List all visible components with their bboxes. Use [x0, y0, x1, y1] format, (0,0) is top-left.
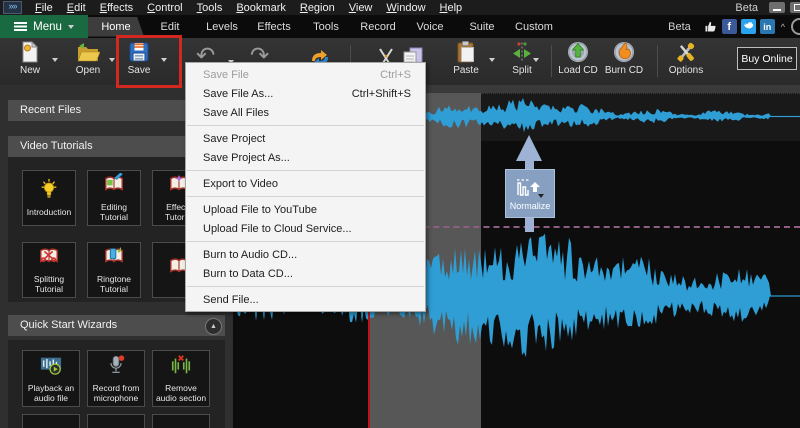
book-edit-icon	[103, 173, 125, 200]
ribbon-tab[interactable]: Effects	[248, 17, 300, 37]
menu-item[interactable]: Save Project As...	[186, 148, 425, 167]
wizard-tile[interactable]: Playback an audio file	[22, 350, 80, 407]
normalize-arrow-icon	[516, 135, 542, 161]
ribbon-tab[interactable]: Record	[352, 17, 404, 37]
menu-item[interactable]: Export to Video	[186, 174, 425, 193]
menubar-item[interactable]: Help	[440, 2, 463, 14]
menubar-right: Beta	[735, 2, 800, 14]
burn-cd-button[interactable]: Burn CD	[598, 40, 650, 83]
chevron-down-icon	[68, 25, 74, 29]
collapse-ribbon-icon[interactable]: ^	[781, 22, 785, 32]
normalize-glyph-icon	[515, 177, 545, 199]
waveform-play-icon	[40, 354, 62, 381]
menu-item[interactable]: Save File Ctrl+S	[186, 65, 425, 84]
tutorial-tile[interactable]: Ringtone Tutorial	[87, 242, 141, 298]
open-button[interactable]: Open	[62, 40, 114, 83]
wizard-tile[interactable]: Record from microphone	[87, 350, 145, 407]
menu-item[interactable]: Save File As... Ctrl+Shift+S	[186, 84, 425, 103]
menu-item[interactable]	[186, 238, 425, 245]
wizard-tile[interactable]	[87, 414, 145, 428]
load-cd-button[interactable]: Load CD	[552, 40, 604, 83]
menubar-item[interactable]: Window	[386, 2, 425, 14]
help-icon[interactable]	[791, 18, 800, 35]
menubar-item[interactable]: Effects	[100, 2, 133, 14]
ribbon-tab[interactable]: Suite	[456, 17, 508, 37]
menu-item[interactable]: Burn to Audio CD...	[186, 245, 425, 264]
ribbon-tab[interactable]: Edit	[144, 17, 196, 37]
menubar-item[interactable]: File	[35, 2, 53, 14]
menubar-item[interactable]: Bookmark	[236, 2, 286, 14]
minimize-button[interactable]	[769, 2, 785, 13]
separator	[657, 45, 658, 77]
restore-button[interactable]	[790, 2, 800, 13]
menu-item[interactable]: Upload File to Cloud Service...	[186, 219, 425, 238]
wizard-tile[interactable]	[152, 414, 210, 428]
new-file-icon	[18, 40, 42, 64]
wavepad-window: »» File Edit Effects Control Tools Bookmark Re…	[0, 0, 800, 428]
collapse-section-icon[interactable]: ▲	[205, 318, 222, 335]
menu-item[interactable]	[186, 193, 425, 200]
options-button[interactable]: Options	[660, 40, 712, 83]
menubar: »» File Edit Effects Control Tools Bookmark Re…	[0, 0, 800, 15]
tutorial-tile[interactable]: Editing Tutorial	[87, 170, 141, 226]
quick-start-wizards-header[interactable]: Quick Start Wizards ▲	[8, 315, 225, 336]
waveform-remove-icon	[170, 354, 192, 381]
lightbulb-icon	[38, 178, 60, 205]
beta-label-2: Beta	[668, 21, 691, 33]
menu-button[interactable]: Menu	[0, 15, 88, 38]
book-scissors-icon	[38, 245, 60, 272]
tabbar-right: Beta f in ^	[668, 18, 800, 35]
burn-cd-icon	[612, 40, 636, 64]
normalize-button[interactable]: Normalize	[505, 169, 555, 218]
menu-item[interactable]: Send File...	[186, 290, 425, 309]
menu-item[interactable]: Upload File to YouTube	[186, 200, 425, 219]
wizard-tile[interactable]: Remove audio section	[152, 350, 210, 407]
facebook-icon[interactable]: f	[722, 19, 737, 34]
menu-item[interactable]: Burn to Data CD...	[186, 264, 425, 283]
paste-icon	[454, 40, 478, 64]
beta-label: Beta	[735, 2, 758, 14]
save-highlight-annotation	[116, 35, 182, 88]
hamburger-icon	[14, 22, 27, 31]
menu-item[interactable]	[186, 122, 425, 129]
menu-item[interactable]: Save Project	[186, 129, 425, 148]
menubar-item[interactable]: Tools	[197, 2, 223, 14]
menu-item[interactable]: Save All Files	[186, 103, 425, 122]
new-dropdown-icon[interactable]	[52, 58, 58, 62]
new-button[interactable]: New	[4, 40, 56, 83]
save-dropdown-menu: Save File Ctrl+S Save File As... Ctrl+Sh…	[185, 62, 426, 312]
split-icon	[510, 40, 534, 64]
load-cd-icon	[566, 40, 590, 64]
buy-online-button[interactable]: Buy Online	[737, 47, 797, 70]
menubar-items: File Edit Effects Control Tools Bookmark Regio…	[28, 2, 469, 14]
open-folder-icon	[76, 40, 100, 64]
split-button[interactable]: Split	[496, 40, 548, 83]
paste-dropdown-icon[interactable]	[489, 58, 495, 62]
menubar-item[interactable]: Control	[147, 2, 182, 14]
split-dropdown-icon[interactable]	[533, 58, 539, 62]
book-phone-icon	[103, 245, 125, 272]
menubar-item[interactable]: View	[349, 2, 373, 14]
tutorial-tile[interactable]: Splitting Tutorial	[22, 242, 76, 298]
ribbon-tab[interactable]: Home	[88, 17, 144, 37]
ribbon-tab[interactable]: Voice	[404, 17, 456, 37]
quick-start-panel: Playback an audio file Record from micro…	[8, 340, 225, 428]
linkedin-icon[interactable]: in	[760, 19, 775, 34]
menu-item[interactable]	[186, 283, 425, 290]
ribbon-tab[interactable]: Levels	[196, 17, 248, 37]
ribbon-tab[interactable]: Tools	[300, 17, 352, 37]
like-icon[interactable]	[703, 19, 718, 34]
options-tools-icon	[674, 40, 698, 64]
ribbon-tab[interactable]: Custom	[508, 17, 560, 37]
tutorial-tile[interactable]: Introduction	[22, 170, 76, 226]
menubar-item[interactable]: Region	[300, 2, 335, 14]
paste-button[interactable]: Paste	[440, 40, 492, 83]
twitter-icon[interactable]	[741, 19, 756, 34]
menubar-item[interactable]: Edit	[67, 2, 86, 14]
app-logo-icon: »»	[3, 1, 22, 14]
microphone-record-icon	[105, 354, 127, 381]
menu-item[interactable]	[186, 167, 425, 174]
menu-button-label: Menu	[33, 21, 62, 33]
wizard-tile[interactable]	[22, 414, 80, 428]
